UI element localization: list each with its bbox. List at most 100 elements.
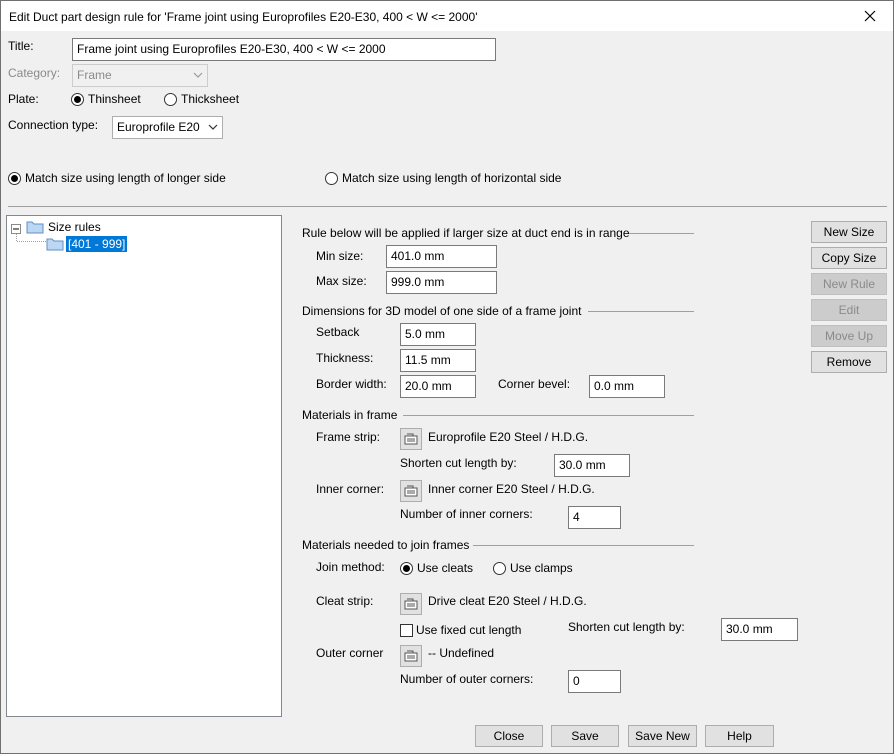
join-section-header: Materials needed to join frames (302, 538, 470, 552)
connection-type-select[interactable]: Europrofile E20 (112, 116, 223, 139)
frame-shorten-label: Shorten cut length by: (400, 456, 517, 470)
folder-icon (46, 238, 64, 251)
remove-button[interactable]: Remove (811, 351, 887, 373)
use-cleats-radio[interactable]: Use cleats (400, 561, 473, 575)
cleat-strip-picker-button[interactable] (400, 593, 422, 615)
radio-indicator (71, 92, 84, 106)
outer-corner-label: Outer corner (316, 646, 384, 660)
range-section-header: Rule below will be applied if larger siz… (302, 226, 630, 240)
title-bar: Edit Duct part design rule for 'Frame jo… (1, 1, 893, 31)
save-button[interactable]: Save (551, 725, 619, 747)
plate-thinsheet-radio[interactable]: Thinsheet (71, 92, 141, 106)
cleat-strip-value: Drive cleat E20 Steel / H.D.G. (428, 594, 587, 608)
match-longer-side-label: Match size using length of longer side (25, 171, 226, 185)
join-method-label: Join method: (316, 560, 385, 574)
radio-indicator (493, 561, 506, 575)
use-clamps-label: Use clamps (510, 561, 573, 575)
tree-root-label[interactable]: Size rules (48, 220, 101, 234)
category-label: Category: (8, 66, 61, 80)
close-icon (864, 10, 876, 22)
section-line (588, 311, 694, 312)
corner-bevel-input[interactable]: 0.0 mm (589, 375, 665, 398)
section-line (629, 233, 694, 234)
plate-thicksheet-label: Thicksheet (181, 92, 240, 106)
inner-corner-picker-button[interactable] (400, 480, 422, 502)
frame-shorten-input[interactable]: 30.0 mm (554, 454, 630, 477)
match-horizontal-side-radio[interactable]: Match size using length of horizontal si… (325, 171, 561, 185)
frame-strip-picker-button[interactable] (400, 428, 422, 450)
dimensions-section-header: Dimensions for 3D model of one side of a… (302, 304, 582, 318)
plate-label: Plate: (8, 92, 39, 106)
plate-thinsheet-label: Thinsheet (88, 92, 141, 106)
tree-connector (16, 234, 46, 242)
border-width-label: Border width: (316, 377, 387, 391)
inner-corner-value: Inner corner E20 Steel / H.D.G. (428, 482, 595, 496)
section-line (403, 415, 694, 416)
category-select[interactable]: Frame (72, 64, 208, 87)
edit-button[interactable]: Edit (811, 299, 887, 321)
fixed-cut-length-checkbox[interactable]: Use fixed cut length (400, 623, 521, 637)
thickness-input[interactable]: 11.5 mm (400, 349, 476, 372)
connection-type-label: Connection type: (8, 118, 99, 132)
copy-size-button[interactable]: Copy Size (811, 247, 887, 269)
radio-indicator (164, 92, 177, 106)
max-size-input[interactable]: 999.0 mm (386, 271, 497, 294)
tree-item-401-999[interactable]: [401 - 999] (66, 236, 128, 252)
outer-corner-picker-button[interactable] (400, 645, 422, 667)
plate-thicksheet-radio[interactable]: Thicksheet (164, 92, 239, 106)
close-window-button[interactable] (847, 1, 893, 31)
checkbox-box (400, 623, 413, 637)
setback-input[interactable]: 5.0 mm (400, 323, 476, 346)
dialog-window: Edit Duct part design rule for 'Frame jo… (0, 0, 894, 754)
divider (8, 206, 887, 207)
save-new-button[interactable]: Save New (628, 725, 697, 747)
section-line (473, 545, 694, 546)
category-value: Frame (77, 68, 112, 82)
picker-icon (404, 598, 418, 610)
border-width-input[interactable]: 20.0 mm (400, 375, 476, 398)
picker-icon (404, 485, 418, 497)
outer-corners-count-label: Number of outer corners: (400, 672, 534, 686)
fixed-cut-length-label: Use fixed cut length (416, 623, 522, 637)
radio-indicator (8, 171, 21, 185)
title-input[interactable]: Frame joint using Europrofiles E20-E30, … (72, 38, 496, 61)
setback-label: Setback (316, 325, 360, 339)
thickness-label: Thickness: (316, 351, 374, 365)
move-up-button[interactable]: Move Up (811, 325, 887, 347)
min-size-label: Min size: (316, 249, 364, 263)
new-rule-button[interactable]: New Rule (811, 273, 887, 295)
use-clamps-radio[interactable]: Use clamps (493, 561, 573, 575)
cleat-shorten-label: Shorten cut length by: (568, 620, 685, 634)
inner-corner-label: Inner corner: (316, 482, 385, 496)
cleat-shorten-input[interactable]: 30.0 mm (721, 618, 798, 641)
title-label: Title: (8, 39, 34, 53)
frame-strip-value: Europrofile E20 Steel / H.D.G. (428, 430, 589, 444)
materials-section-header: Materials in frame (302, 408, 398, 422)
inner-corners-count-label: Number of inner corners: (400, 507, 533, 521)
use-cleats-label: Use cleats (417, 561, 474, 575)
frame-strip-label: Frame strip: (316, 430, 381, 444)
radio-indicator (325, 171, 338, 185)
folder-icon (26, 221, 44, 234)
picker-icon (404, 433, 418, 445)
outer-corners-count-input[interactable]: 0 (568, 670, 621, 693)
radio-indicator (400, 561, 413, 575)
size-rules-tree[interactable]: Size rules [401 - 999] (6, 215, 282, 717)
chevron-down-icon (193, 72, 203, 78)
new-size-button[interactable]: New Size (811, 221, 887, 243)
corner-bevel-label: Corner bevel: (498, 377, 571, 391)
min-size-input[interactable]: 401.0 mm (386, 245, 497, 268)
help-button[interactable]: Help (705, 725, 774, 747)
window-title: Edit Duct part design rule for 'Frame jo… (9, 10, 478, 24)
match-longer-side-radio[interactable]: Match size using length of longer side (8, 171, 226, 185)
connection-type-value: Europrofile E20 (117, 120, 200, 134)
inner-corners-count-input[interactable]: 4 (568, 506, 621, 529)
close-button[interactable]: Close (475, 725, 543, 747)
chevron-down-icon (208, 124, 218, 130)
outer-corner-value: -- Undefined (428, 646, 495, 660)
collapse-icon[interactable] (11, 224, 21, 234)
picker-icon (404, 650, 418, 662)
max-size-label: Max size: (316, 274, 367, 288)
cleat-strip-label: Cleat strip: (316, 594, 374, 608)
match-horizontal-side-label: Match size using length of horizontal si… (342, 171, 562, 185)
